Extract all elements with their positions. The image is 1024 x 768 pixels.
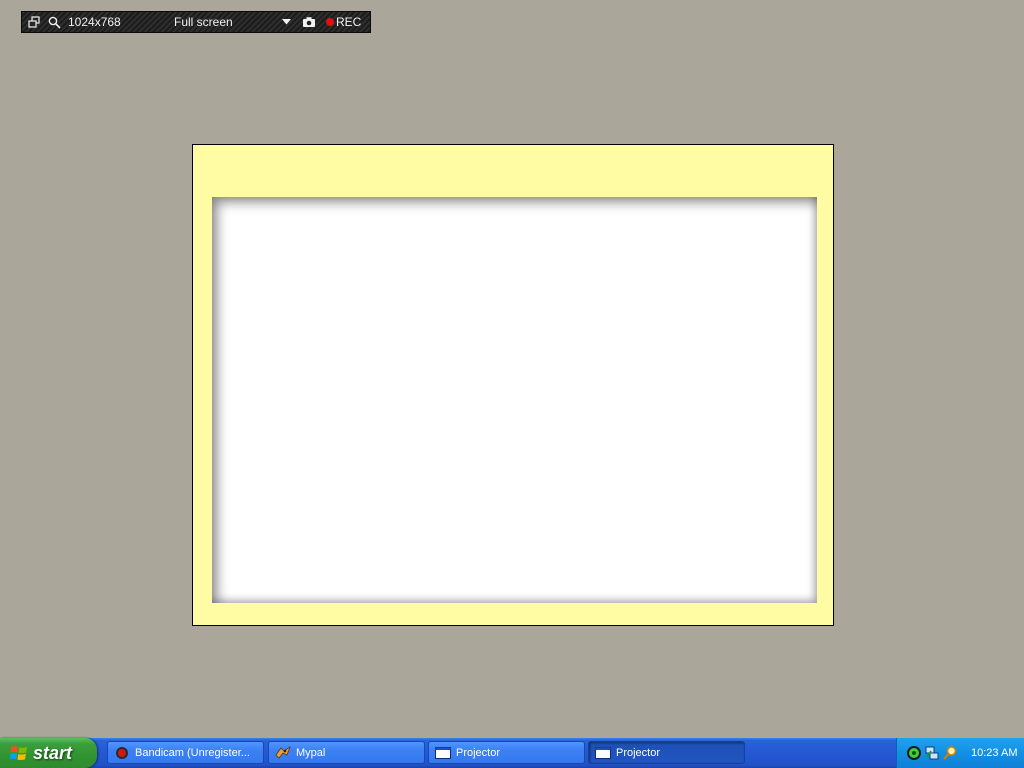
projector-screen — [212, 197, 817, 603]
window-icon[interactable] — [28, 12, 40, 32]
projector-window — [192, 144, 834, 626]
record-button[interactable]: REC — [326, 12, 361, 32]
system-tray: 10:23 AM — [896, 738, 1024, 768]
taskbar: start Bandicam (Unregister... Mypal Proj… — [0, 738, 1024, 768]
tray-clock: 10:23 AM — [971, 747, 1018, 759]
taskbar-item-label: Projector — [456, 746, 501, 759]
start-button[interactable]: start — [0, 738, 97, 768]
green-circle-icon[interactable] — [906, 745, 922, 761]
search-icon[interactable] — [942, 745, 958, 761]
taskbar-item-bandicam[interactable]: Bandicam (Unregister... — [107, 741, 264, 764]
network-icon[interactable] — [924, 745, 940, 761]
mypal-icon — [275, 745, 291, 760]
window-icon — [595, 746, 611, 760]
resolution-label: 1024x768 — [68, 15, 121, 29]
record-dot-icon — [326, 18, 334, 26]
taskbar-item-label: Mypal — [296, 746, 326, 759]
dropdown-arrow-icon[interactable] — [281, 12, 292, 32]
start-label: start — [33, 742, 73, 763]
taskbar-item-projector-active[interactable]: Projector — [588, 741, 745, 764]
taskbar-item-label: Bandicam (Unregister... — [135, 746, 250, 759]
windows-logo-icon — [10, 745, 28, 762]
record-label: REC — [336, 15, 362, 29]
taskbar-item-label: Projector — [616, 746, 661, 759]
window-icon — [435, 746, 451, 760]
capture-mode-label[interactable]: Full screen — [174, 12, 233, 32]
search-icon[interactable] — [48, 12, 61, 32]
taskbar-item-mypal[interactable]: Mypal — [268, 741, 425, 764]
recording-toolbar: 1024x768 Full screen REC — [21, 11, 371, 33]
taskbar-item-projector[interactable]: Projector — [428, 741, 585, 764]
camera-icon[interactable] — [302, 12, 316, 32]
bandicam-icon — [114, 746, 130, 760]
